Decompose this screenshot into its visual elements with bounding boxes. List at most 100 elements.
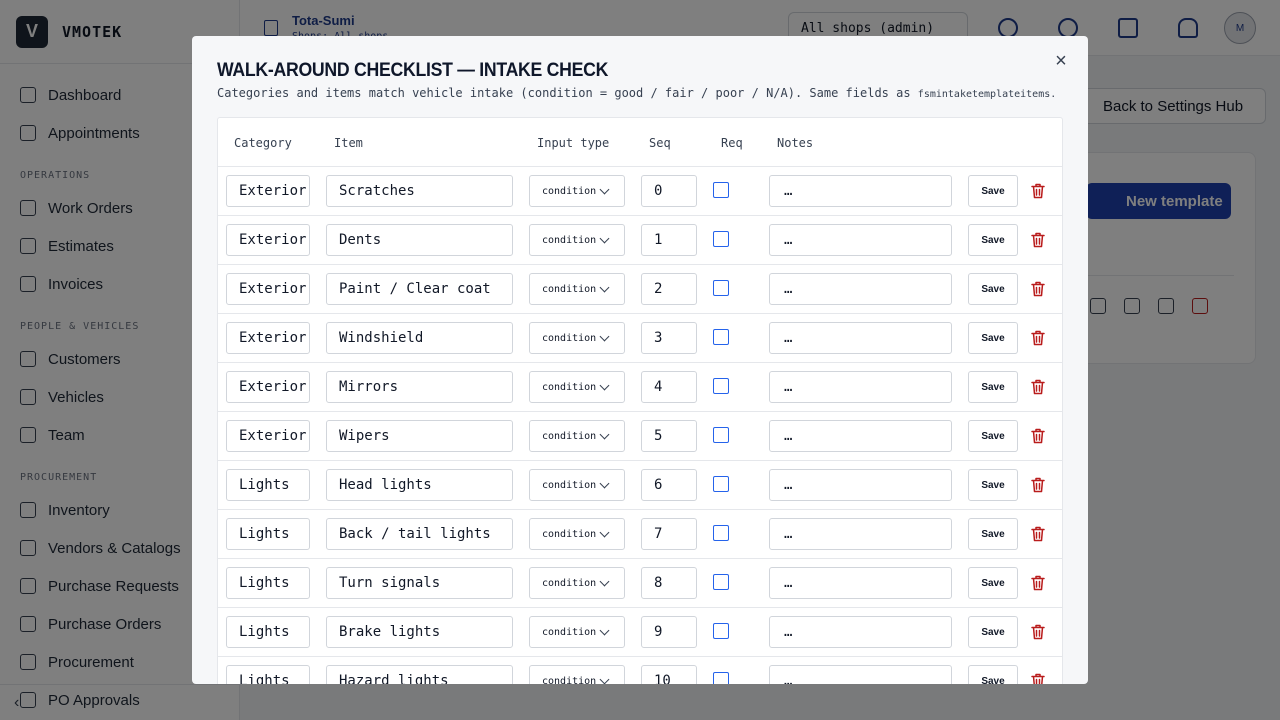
- input-type-select[interactable]: condition: [529, 518, 625, 550]
- category-input[interactable]: Exterior: [226, 175, 310, 207]
- category-input[interactable]: Exterior: [226, 420, 310, 452]
- seq-input[interactable]: 9: [641, 616, 697, 648]
- col-input-type: Input type: [537, 136, 610, 150]
- save-button[interactable]: Save: [968, 665, 1018, 684]
- trash-icon[interactable]: [1031, 526, 1045, 542]
- close-icon[interactable]: ×: [1050, 50, 1072, 72]
- table-row: Lights Brake lights condition 9 … Save: [218, 608, 1062, 657]
- input-type-select[interactable]: condition: [529, 273, 625, 305]
- item-input[interactable]: Turn signals: [326, 567, 513, 599]
- save-button[interactable]: Save: [968, 469, 1018, 501]
- required-checkbox[interactable]: [713, 329, 729, 345]
- input-type-select[interactable]: condition: [529, 175, 625, 207]
- input-type-select[interactable]: condition: [529, 322, 625, 354]
- table-row: Exterior Dents condition 1 … Save: [218, 216, 1062, 265]
- trash-icon[interactable]: [1031, 575, 1045, 591]
- seq-input[interactable]: 6: [641, 469, 697, 501]
- notes-input[interactable]: …: [769, 616, 952, 648]
- trash-icon[interactable]: [1031, 673, 1045, 684]
- trash-icon[interactable]: [1031, 379, 1045, 395]
- seq-input[interactable]: 2: [641, 273, 697, 305]
- save-button[interactable]: Save: [968, 371, 1018, 403]
- seq-input[interactable]: 1: [641, 224, 697, 256]
- input-type-select[interactable]: condition: [529, 665, 625, 684]
- notes-input[interactable]: …: [769, 665, 952, 684]
- chevron-down-icon: [599, 625, 610, 636]
- required-checkbox[interactable]: [713, 525, 729, 541]
- required-checkbox[interactable]: [713, 378, 729, 394]
- save-button[interactable]: Save: [968, 518, 1018, 550]
- required-checkbox[interactable]: [713, 476, 729, 492]
- item-input[interactable]: Head lights: [326, 469, 513, 501]
- save-button[interactable]: Save: [968, 273, 1018, 305]
- table-row: Exterior Mirrors condition 4 … Save: [218, 363, 1062, 412]
- chevron-down-icon: [599, 478, 610, 489]
- item-input[interactable]: Windshield: [326, 322, 513, 354]
- category-input[interactable]: Lights: [226, 665, 310, 684]
- required-checkbox[interactable]: [713, 427, 729, 443]
- chevron-down-icon: [599, 527, 610, 538]
- seq-input[interactable]: 5: [641, 420, 697, 452]
- trash-icon[interactable]: [1031, 428, 1045, 444]
- input-type-select[interactable]: condition: [529, 420, 625, 452]
- category-input[interactable]: Exterior: [226, 371, 310, 403]
- input-type-value: condition: [542, 284, 597, 295]
- seq-input[interactable]: 4: [641, 371, 697, 403]
- seq-input[interactable]: 10: [641, 665, 697, 684]
- item-input[interactable]: Wipers: [326, 420, 513, 452]
- col-req: Req: [721, 136, 743, 150]
- save-button[interactable]: Save: [968, 420, 1018, 452]
- input-type-select[interactable]: condition: [529, 371, 625, 403]
- input-type-select[interactable]: condition: [529, 224, 625, 256]
- notes-input[interactable]: …: [769, 469, 952, 501]
- trash-icon[interactable]: [1031, 330, 1045, 346]
- category-input[interactable]: Lights: [226, 616, 310, 648]
- trash-icon[interactable]: [1031, 624, 1045, 640]
- notes-input[interactable]: …: [769, 175, 952, 207]
- category-input[interactable]: Lights: [226, 518, 310, 550]
- save-button[interactable]: Save: [968, 224, 1018, 256]
- col-item: Item: [334, 136, 363, 150]
- trash-icon[interactable]: [1031, 281, 1045, 297]
- notes-input[interactable]: …: [769, 224, 952, 256]
- required-checkbox[interactable]: [713, 182, 729, 198]
- seq-input[interactable]: 8: [641, 567, 697, 599]
- category-input[interactable]: Exterior: [226, 322, 310, 354]
- input-type-select[interactable]: condition: [529, 469, 625, 501]
- notes-input[interactable]: …: [769, 567, 952, 599]
- save-button[interactable]: Save: [968, 616, 1018, 648]
- required-checkbox[interactable]: [713, 574, 729, 590]
- notes-input[interactable]: …: [769, 322, 952, 354]
- notes-input[interactable]: …: [769, 273, 952, 305]
- item-input[interactable]: Mirrors: [326, 371, 513, 403]
- table-row: Exterior Windshield condition 3 … Save: [218, 314, 1062, 363]
- save-button[interactable]: Save: [968, 567, 1018, 599]
- trash-icon[interactable]: [1031, 232, 1045, 248]
- required-checkbox[interactable]: [713, 280, 729, 296]
- category-input[interactable]: Lights: [226, 567, 310, 599]
- seq-input[interactable]: 7: [641, 518, 697, 550]
- save-button[interactable]: Save: [968, 322, 1018, 354]
- category-input[interactable]: Lights: [226, 469, 310, 501]
- required-checkbox[interactable]: [713, 672, 729, 684]
- item-input[interactable]: Brake lights: [326, 616, 513, 648]
- trash-icon[interactable]: [1031, 183, 1045, 199]
- item-input[interactable]: Dents: [326, 224, 513, 256]
- required-checkbox[interactable]: [713, 231, 729, 247]
- notes-input[interactable]: …: [769, 371, 952, 403]
- category-input[interactable]: Exterior: [226, 224, 310, 256]
- item-input[interactable]: Scratches: [326, 175, 513, 207]
- save-button[interactable]: Save: [968, 175, 1018, 207]
- notes-input[interactable]: …: [769, 518, 952, 550]
- item-input[interactable]: Hazard lights: [326, 665, 513, 684]
- seq-input[interactable]: 0: [641, 175, 697, 207]
- seq-input[interactable]: 3: [641, 322, 697, 354]
- input-type-select[interactable]: condition: [529, 567, 625, 599]
- item-input[interactable]: Paint / Clear coat: [326, 273, 513, 305]
- category-input[interactable]: Exterior: [226, 273, 310, 305]
- required-checkbox[interactable]: [713, 623, 729, 639]
- input-type-select[interactable]: condition: [529, 616, 625, 648]
- trash-icon[interactable]: [1031, 477, 1045, 493]
- notes-input[interactable]: …: [769, 420, 952, 452]
- item-input[interactable]: Back / tail lights: [326, 518, 513, 550]
